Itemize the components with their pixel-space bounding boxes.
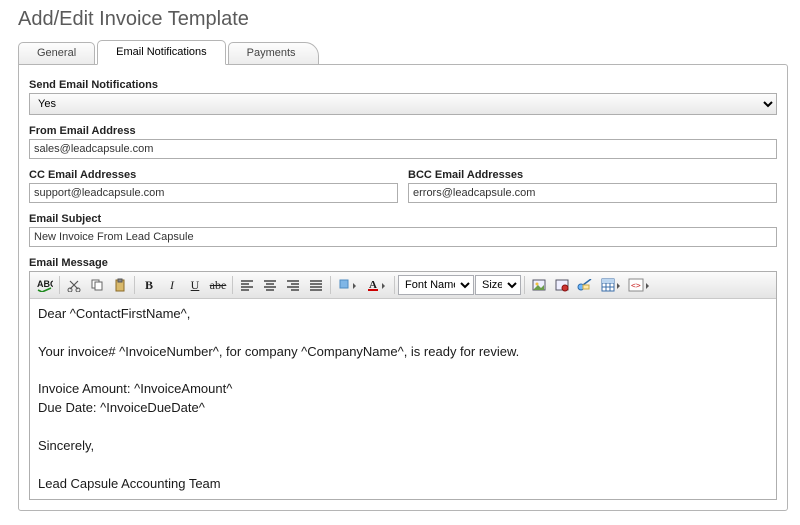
label-cc-email: CC Email Addresses bbox=[29, 169, 398, 181]
paste-icon[interactable] bbox=[109, 275, 131, 295]
tab-panel: Send Email Notifications Yes From Email … bbox=[18, 64, 788, 511]
tab-bar: General Email Notifications Payments bbox=[18, 39, 788, 64]
source-view-icon[interactable]: <> bbox=[626, 275, 652, 295]
tab-general[interactable]: General bbox=[18, 42, 95, 65]
tab-email-notifications[interactable]: Email Notifications bbox=[97, 40, 225, 65]
svg-text:<>: <> bbox=[631, 281, 641, 290]
highlight-icon[interactable] bbox=[334, 275, 362, 295]
align-justify-icon[interactable] bbox=[305, 275, 327, 295]
spellcheck-icon[interactable]: ABC bbox=[34, 275, 56, 295]
from-email-input[interactable] bbox=[29, 139, 777, 159]
align-right-icon[interactable] bbox=[282, 275, 304, 295]
italic-button[interactable]: I bbox=[161, 275, 183, 295]
tab-payments[interactable]: Payments bbox=[228, 42, 319, 65]
rich-text-editor: ABC B I U abe bbox=[29, 271, 777, 500]
message-body[interactable]: Dear ^ContactFirstName^, Your invoice# ^… bbox=[30, 299, 776, 499]
copy-icon[interactable] bbox=[86, 275, 108, 295]
editor-toolbar: ABC B I U abe bbox=[30, 272, 776, 299]
toolbar-separator bbox=[134, 276, 135, 294]
align-left-icon[interactable] bbox=[236, 275, 258, 295]
cut-icon[interactable] bbox=[63, 275, 85, 295]
label-bcc-email: BCC Email Addresses bbox=[408, 169, 777, 181]
insert-link-icon[interactable] bbox=[574, 275, 596, 295]
label-message: Email Message bbox=[29, 257, 777, 269]
font-size-select[interactable]: Size bbox=[475, 275, 521, 295]
font-color-icon[interactable]: A bbox=[363, 275, 391, 295]
toolbar-separator bbox=[394, 276, 395, 294]
cc-email-input[interactable] bbox=[29, 183, 398, 203]
toolbar-separator bbox=[524, 276, 525, 294]
align-center-icon[interactable] bbox=[259, 275, 281, 295]
insert-table-icon[interactable] bbox=[597, 275, 625, 295]
label-subject: Email Subject bbox=[29, 213, 777, 225]
send-email-select[interactable]: Yes bbox=[29, 93, 777, 115]
toolbar-separator bbox=[59, 276, 60, 294]
font-name-select[interactable]: Font Name bbox=[398, 275, 474, 295]
strikethrough-button[interactable]: abe bbox=[207, 275, 229, 295]
insert-attachment-icon[interactable] bbox=[551, 275, 573, 295]
underline-button[interactable]: U bbox=[184, 275, 206, 295]
toolbar-separator bbox=[330, 276, 331, 294]
label-from-email: From Email Address bbox=[29, 125, 777, 137]
bold-button[interactable]: B bbox=[138, 275, 160, 295]
insert-image-icon[interactable] bbox=[528, 275, 550, 295]
toolbar-separator bbox=[232, 276, 233, 294]
bcc-email-input[interactable] bbox=[408, 183, 777, 203]
label-send-email: Send Email Notifications bbox=[29, 79, 777, 91]
subject-input[interactable] bbox=[29, 227, 777, 247]
page-title: Add/Edit Invoice Template bbox=[18, 8, 788, 31]
